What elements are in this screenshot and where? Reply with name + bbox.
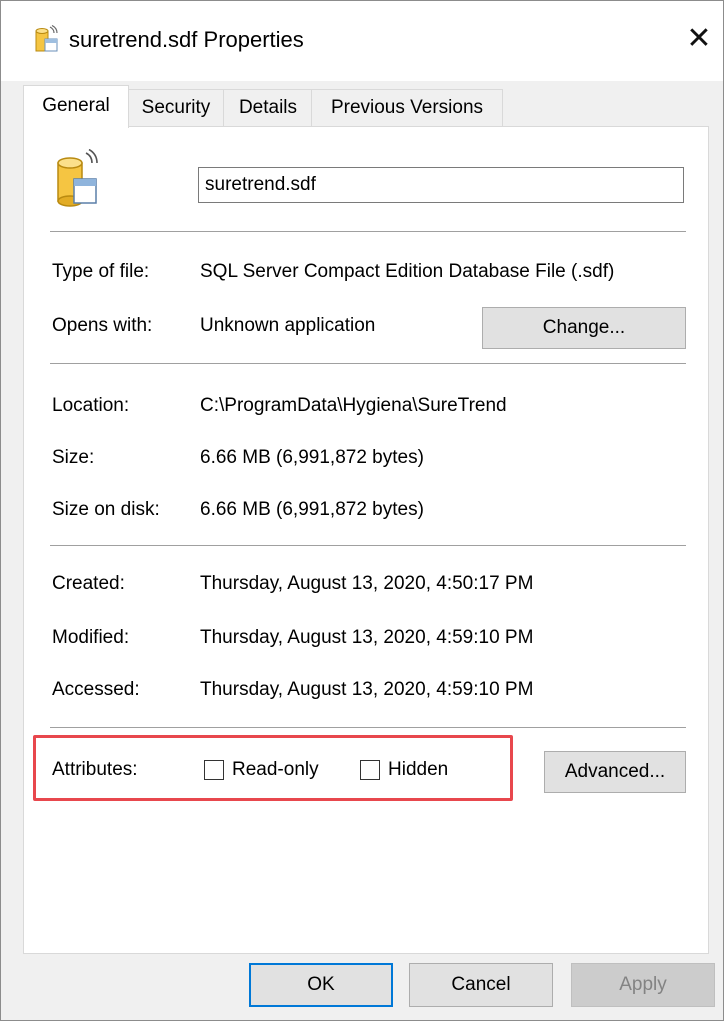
modified-value: Thursday, August 13, 2020, 4:59:10 PM [200,627,534,648]
size-label: Size: [52,447,95,468]
separator [50,727,686,728]
created-label: Created: [52,573,125,594]
tab-security[interactable]: Security [127,89,225,126]
opens-with-value: Unknown application [200,315,376,336]
separator [50,231,686,232]
accessed-value: Thursday, August 13, 2020, 4:59:10 PM [200,679,534,700]
apply-button[interactable]: Apply [571,963,715,1007]
opens-with-label: Opens with: [52,315,153,336]
location-label: Location: [52,395,130,416]
tab-general[interactable]: General [23,85,129,128]
attributes-highlight-box [33,735,513,801]
advanced-button[interactable]: Advanced... [544,751,686,793]
file-name-field[interactable] [198,167,684,203]
title-bar[interactable]: suretrend.sdf Properties ✕ [1,1,723,81]
size-on-disk-value: 6.66 MB (6,991,872 bytes) [200,499,424,520]
close-icon: ✕ [686,22,712,55]
ok-button[interactable]: OK [249,963,393,1007]
cancel-button[interactable]: Cancel [409,963,553,1007]
tab-details[interactable]: Details [223,89,313,126]
location-value: C:\ProgramData\Hygiena\SureTrend [200,395,507,416]
type-of-file-value: SQL Server Compact Edition Database File… [200,261,615,282]
general-tab-panel: Type of file: SQL Server Compact Edition… [23,126,709,954]
separator [50,545,686,546]
properties-dialog: suretrend.sdf Properties ✕ General Secur… [0,0,724,1021]
tab-previous-versions[interactable]: Previous Versions [311,89,503,126]
size-on-disk-label: Size on disk: [52,499,160,520]
file-properties-icon [35,25,58,52]
window-title: suretrend.sdf Properties [69,27,304,52]
size-value: 6.66 MB (6,991,872 bytes) [200,447,424,468]
created-value: Thursday, August 13, 2020, 4:50:17 PM [200,573,534,594]
database-file-icon [57,149,98,207]
accessed-label: Accessed: [52,679,140,700]
change-button[interactable]: Change... [482,307,686,349]
separator [50,363,686,364]
type-of-file-label: Type of file: [52,261,150,282]
modified-label: Modified: [52,627,130,648]
close-button[interactable]: ✕ [681,19,717,59]
